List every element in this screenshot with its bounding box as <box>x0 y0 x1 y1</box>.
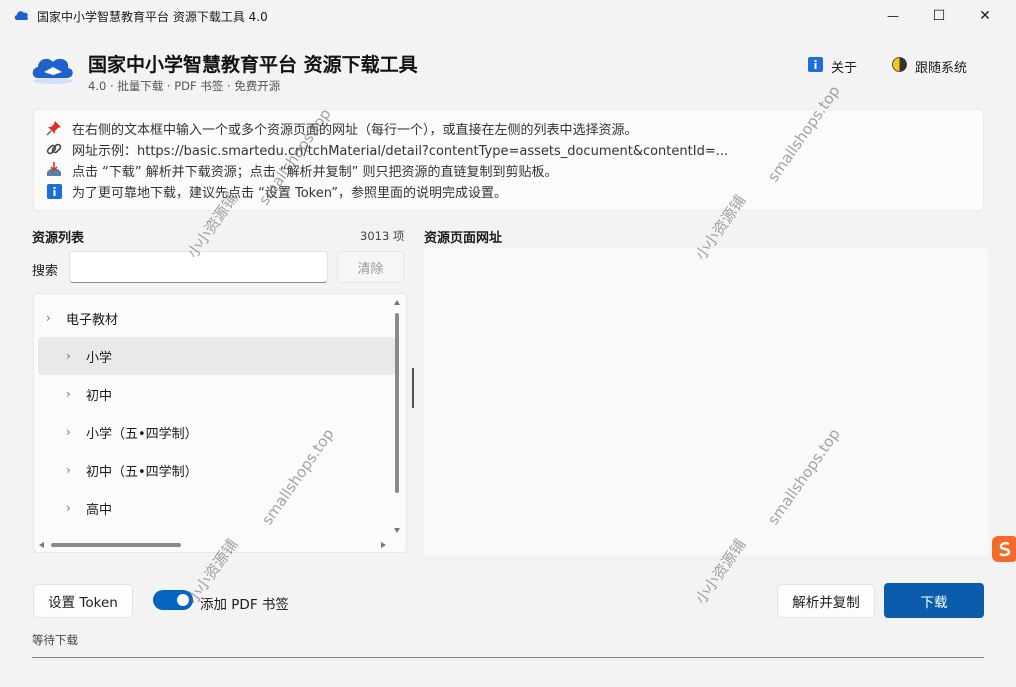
tree-item-primary-54[interactable]: › 小学（五•四学制） <box>38 413 395 451</box>
maximize-icon: ☐ <box>932 8 946 24</box>
url-panel-title: 资源页面网址 <box>424 231 503 246</box>
about-button[interactable]: 关于 <box>808 56 858 76</box>
info-icon <box>808 56 823 76</box>
tree-item-label: 高中 <box>86 502 113 518</box>
tree-item-primary[interactable]: › 小学 <box>38 337 395 375</box>
ime-icon[interactable] <box>992 536 1016 562</box>
vertical-scrollbar[interactable] <box>392 295 402 539</box>
tree-item-label: 小学 <box>86 350 113 366</box>
tree-item-junior[interactable]: › 初中 <box>38 375 395 413</box>
app-title: 国家中小学智慧教育平台 资源下载工具 <box>88 54 418 76</box>
window-title: 国家中小学智慧教育平台 资源下载工具 4.0 <box>37 10 268 24</box>
inbox-tray-icon <box>46 162 62 178</box>
minimize-icon: — <box>887 9 899 23</box>
title-bar: 国家中小学智慧教育平台 资源下载工具 4.0 — ☐ ✕ <box>0 0 1016 32</box>
app-icon <box>14 9 30 27</box>
download-label: 下载 <box>920 594 948 611</box>
theme-label: 跟随系统 <box>915 60 968 76</box>
search-input[interactable] <box>69 251 328 283</box>
pushpin-icon <box>46 120 62 136</box>
resource-count: 3013 项 <box>360 229 405 243</box>
tree-item-textbooks[interactable]: › 电子教材 <box>38 299 395 337</box>
info-text: 网址示例：https://basic.smartedu.cn/tchMateri… <box>72 143 729 159</box>
info-line: 在右侧的文本框中输入一个或多个资源页面的网址（每行一个），或直接在左侧的列表中选… <box>46 118 638 138</box>
status-text: 等待下载 <box>32 633 78 647</box>
tree-item-senior[interactable]: › 高中 <box>38 489 395 527</box>
tree-item-label: 电子教材 <box>66 312 119 328</box>
minimize-button[interactable]: — <box>870 0 916 32</box>
download-button[interactable]: 下载 <box>884 583 984 618</box>
link-icon <box>46 141 62 157</box>
resource-list-title: 资源列表 <box>32 231 85 246</box>
progress-bar <box>32 657 984 658</box>
info-line: 点击 “下载” 解析并下载资源；点击 “解析并复制” 则只把资源的直链复制到剪贴… <box>46 160 557 180</box>
maximize-button[interactable]: ☐ <box>916 0 962 32</box>
tree-item-label: 初中（五•四学制） <box>86 464 198 480</box>
splitter-handle[interactable] <box>412 368 414 408</box>
toggle-knob <box>177 594 189 606</box>
set-token-label: 设置 Token <box>48 595 118 611</box>
chevron-right-icon: › <box>66 349 71 363</box>
logo-icon <box>30 50 76 90</box>
app-subtitle: 4.0 · 批量下载 · PDF 书签 · 免费开源 <box>88 79 281 93</box>
info-text: 点击 “下载” 解析并下载资源；点击 “解析并复制” 则只把资源的直链复制到剪贴… <box>72 164 558 180</box>
close-icon: ✕ <box>979 8 991 24</box>
info-icon <box>46 183 62 199</box>
url-textarea[interactable] <box>424 248 988 555</box>
set-token-button[interactable]: 设置 Token <box>33 584 133 618</box>
chevron-right-icon: › <box>66 425 71 439</box>
chevron-right-icon: › <box>66 501 71 515</box>
info-line: 网址示例：https://basic.smartedu.cn/tchMateri… <box>46 139 728 159</box>
chevron-right-icon: › <box>46 311 51 325</box>
chevron-right-icon: › <box>66 463 71 477</box>
tree-item-label: 初中 <box>86 388 113 404</box>
clear-label: 清除 <box>357 261 384 277</box>
info-text: 在右侧的文本框中输入一个或多个资源页面的网址（每行一个），或直接在左侧的列表中选… <box>72 122 638 138</box>
chevron-right-icon: › <box>66 387 71 401</box>
pdf-bookmark-toggle[interactable] <box>153 590 193 610</box>
info-text: 为了更可靠地下载，建议先点击 “设置 Token”，参照里面的说明完成设置。 <box>72 185 508 201</box>
info-line: 为了更可靠地下载，建议先点击 “设置 Token”，参照里面的说明完成设置。 <box>46 181 507 201</box>
info-card: 在右侧的文本框中输入一个或多个资源页面的网址（每行一个），或直接在左侧的列表中选… <box>33 109 984 211</box>
search-label: 搜索 <box>32 264 59 279</box>
close-button[interactable]: ✕ <box>962 0 1008 32</box>
tree-item-junior-54[interactable]: › 初中（五•四学制） <box>38 451 395 489</box>
resource-tree[interactable]: › 电子教材 › 小学 › 初中 › 小学（五•四学制） › 初中（五•四学制）… <box>33 293 407 553</box>
tree-item-label: 小学（五•四学制） <box>86 426 198 442</box>
horizontal-scrollbar[interactable] <box>35 539 391 551</box>
clear-button[interactable]: 清除 <box>337 251 404 283</box>
parse-copy-label: 解析并复制 <box>792 595 860 611</box>
pdf-bookmark-label: 添加 PDF 书签 <box>200 597 289 613</box>
about-label: 关于 <box>831 60 858 76</box>
half-moon-icon <box>892 56 907 76</box>
parse-copy-button[interactable]: 解析并复制 <box>777 584 875 618</box>
theme-button[interactable]: 跟随系统 <box>892 56 968 76</box>
